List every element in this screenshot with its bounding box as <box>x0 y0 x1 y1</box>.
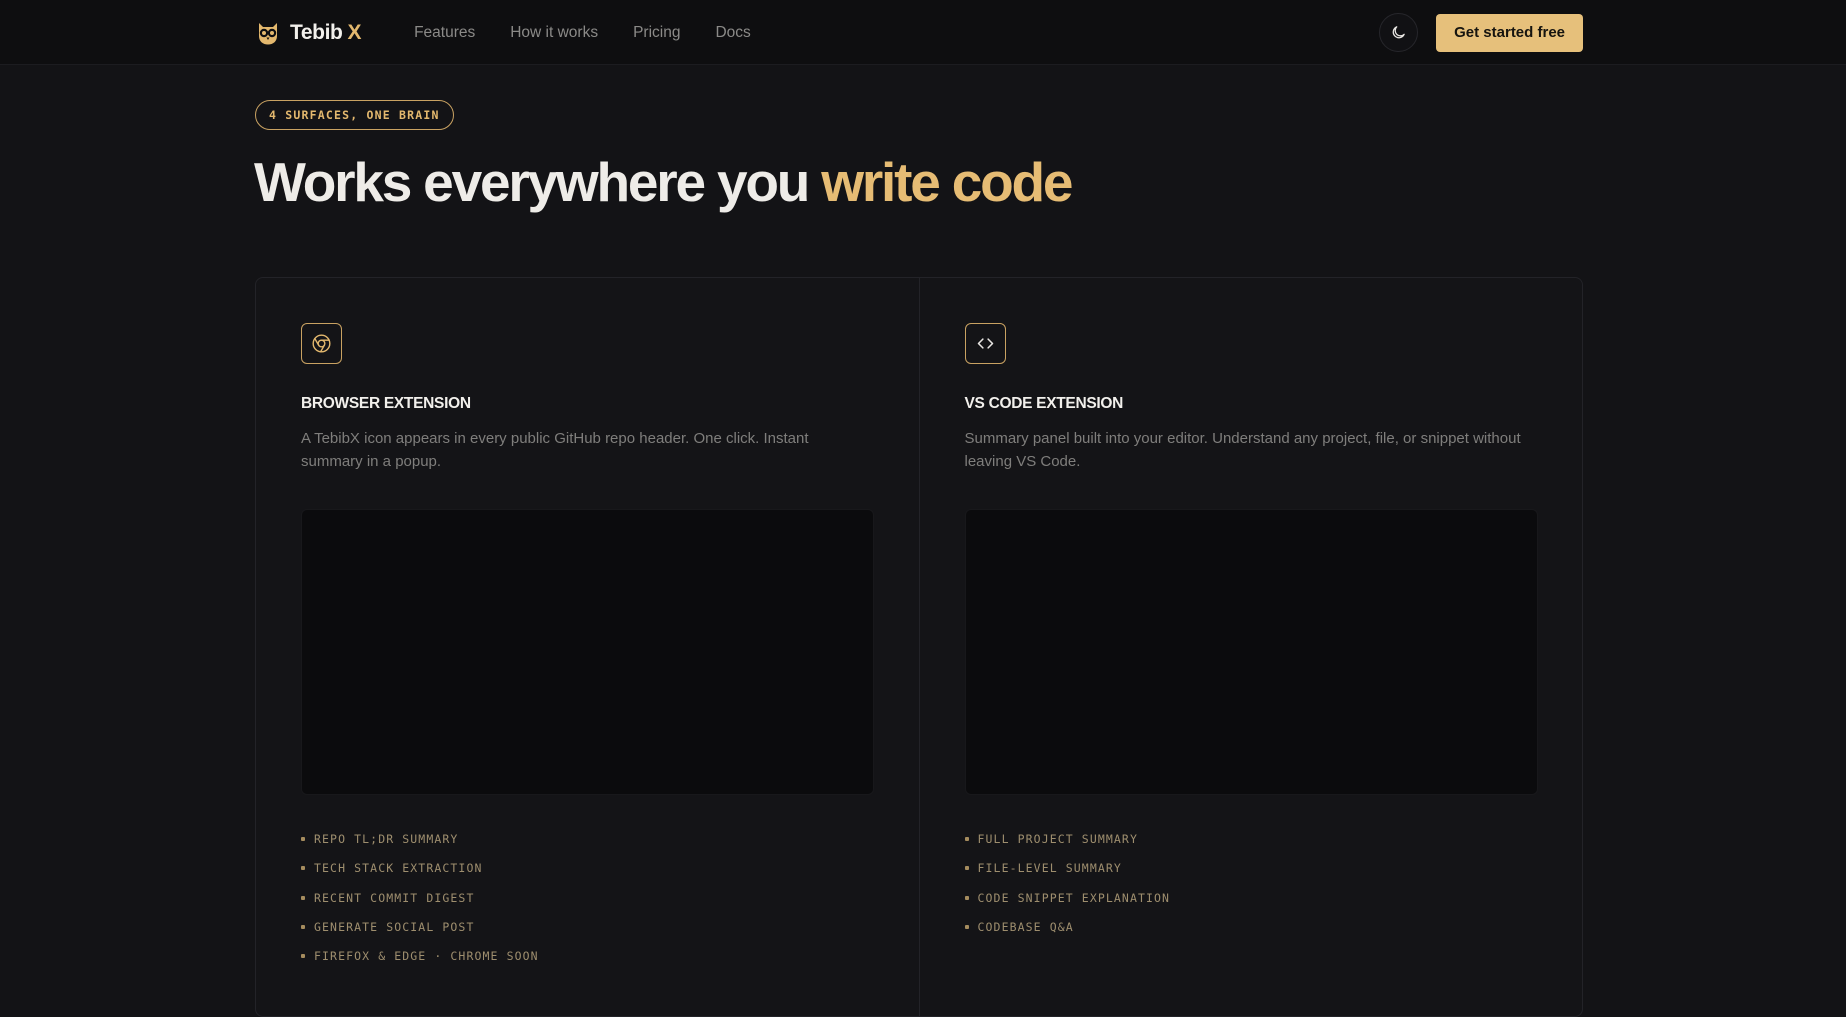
nav-actions: Get started free <box>1379 13 1583 52</box>
feature-label: RECENT COMMIT DIGEST <box>314 890 475 905</box>
feature-item: CODEBASE Q&A <box>964 919 1171 948</box>
feature-list: REPO TL;DR SUMMARY TECH STACK EXTRACTION… <box>301 831 539 977</box>
bullet-icon <box>964 866 969 871</box>
top-nav: Tebib X Features How it works Pricing Doc… <box>0 0 1846 65</box>
card-title: VS CODE EXTENSION <box>964 395 1124 412</box>
bullet-icon <box>964 924 969 929</box>
feature-label: FIREFOX & EDGE · CHROME SOON <box>314 949 539 964</box>
bullet-icon <box>964 837 969 841</box>
feature-item: CODE SNIPPET EXPLANATION <box>964 890 1171 919</box>
feature-label: FILE-LEVEL SUMMARY <box>977 861 1122 876</box>
nav-link-how-it-works[interactable]: How it works <box>510 24 598 42</box>
feature-label: CODEBASE Q&A <box>977 919 1074 934</box>
browser-extension-card: BROWSER EXTENSION A TebibX icon appears … <box>256 278 919 1016</box>
nav-container: Tebib X Features How it works Pricing Doc… <box>255 0 1583 65</box>
code-icon <box>977 338 993 349</box>
feature-label: CODE SNIPPET EXPLANATION <box>977 890 1171 905</box>
bullet-icon <box>301 954 305 959</box>
chrome-icon <box>312 334 331 353</box>
bullet-icon <box>964 895 969 900</box>
feature-item: TECH STACK EXTRACTION <box>301 860 539 889</box>
bullet-icon <box>301 837 305 841</box>
theme-toggle-button[interactable] <box>1379 13 1419 52</box>
moon-icon <box>1392 26 1405 39</box>
vscode-extension-card: VS CODE EXTENSION Summary panel built in… <box>918 278 1583 1016</box>
feature-item: FULL PROJECT SUMMARY <box>964 831 1171 860</box>
nav-link-features[interactable]: Features <box>414 24 475 42</box>
card-icon-frame <box>964 323 1006 364</box>
brand-logo-link[interactable]: Tebib X <box>255 20 361 46</box>
feature-item: GENERATE SOCIAL POST <box>301 919 539 948</box>
nav-link-pricing[interactable]: Pricing <box>633 24 680 42</box>
nav-links: Features How it works Pricing Docs <box>414 24 751 42</box>
feature-label: GENERATE SOCIAL POST <box>314 919 475 934</box>
feature-label: TECH STACK EXTRACTION <box>314 861 483 876</box>
feature-list: FULL PROJECT SUMMARY FILE-LEVEL SUMMARY … <box>964 831 1171 948</box>
page-title: Works everywhere you write code <box>254 151 1073 213</box>
get-started-button[interactable]: Get started free <box>1436 13 1583 52</box>
card-icon-frame <box>301 323 342 364</box>
card-preview <box>964 509 1538 795</box>
surfaces-grid: BROWSER EXTENSION A TebibX icon appears … <box>255 277 1583 1017</box>
bullet-icon <box>301 924 305 929</box>
nav-link-docs[interactable]: Docs <box>715 24 750 42</box>
brand-name: Tebib X <box>290 20 362 44</box>
card-preview <box>301 509 874 795</box>
feature-item: RECENT COMMIT DIGEST <box>301 890 539 919</box>
page-title-main: Works everywhere you <box>254 151 810 213</box>
brand-accent: X <box>347 20 362 44</box>
page-title-accent: write code <box>821 151 1073 213</box>
card-title: BROWSER EXTENSION <box>301 395 471 412</box>
feature-item: FILE-LEVEL SUMMARY <box>964 860 1171 889</box>
owl-logo-icon <box>259 22 277 44</box>
card-description: Summary panel built into your editor. Un… <box>964 430 1521 470</box>
bullet-icon <box>301 866 305 871</box>
bullet-icon <box>301 895 305 900</box>
feature-item: REPO TL;DR SUMMARY <box>301 831 539 860</box>
card-description: A TebibX icon appears in every public Gi… <box>301 430 809 470</box>
feature-label: REPO TL;DR SUMMARY <box>314 832 459 846</box>
eyebrow-badge: 4 SURFACES, ONE BRAIN <box>255 100 454 130</box>
feature-item: FIREFOX & EDGE · CHROME SOON <box>301 948 539 977</box>
feature-label: FULL PROJECT SUMMARY <box>977 832 1138 846</box>
